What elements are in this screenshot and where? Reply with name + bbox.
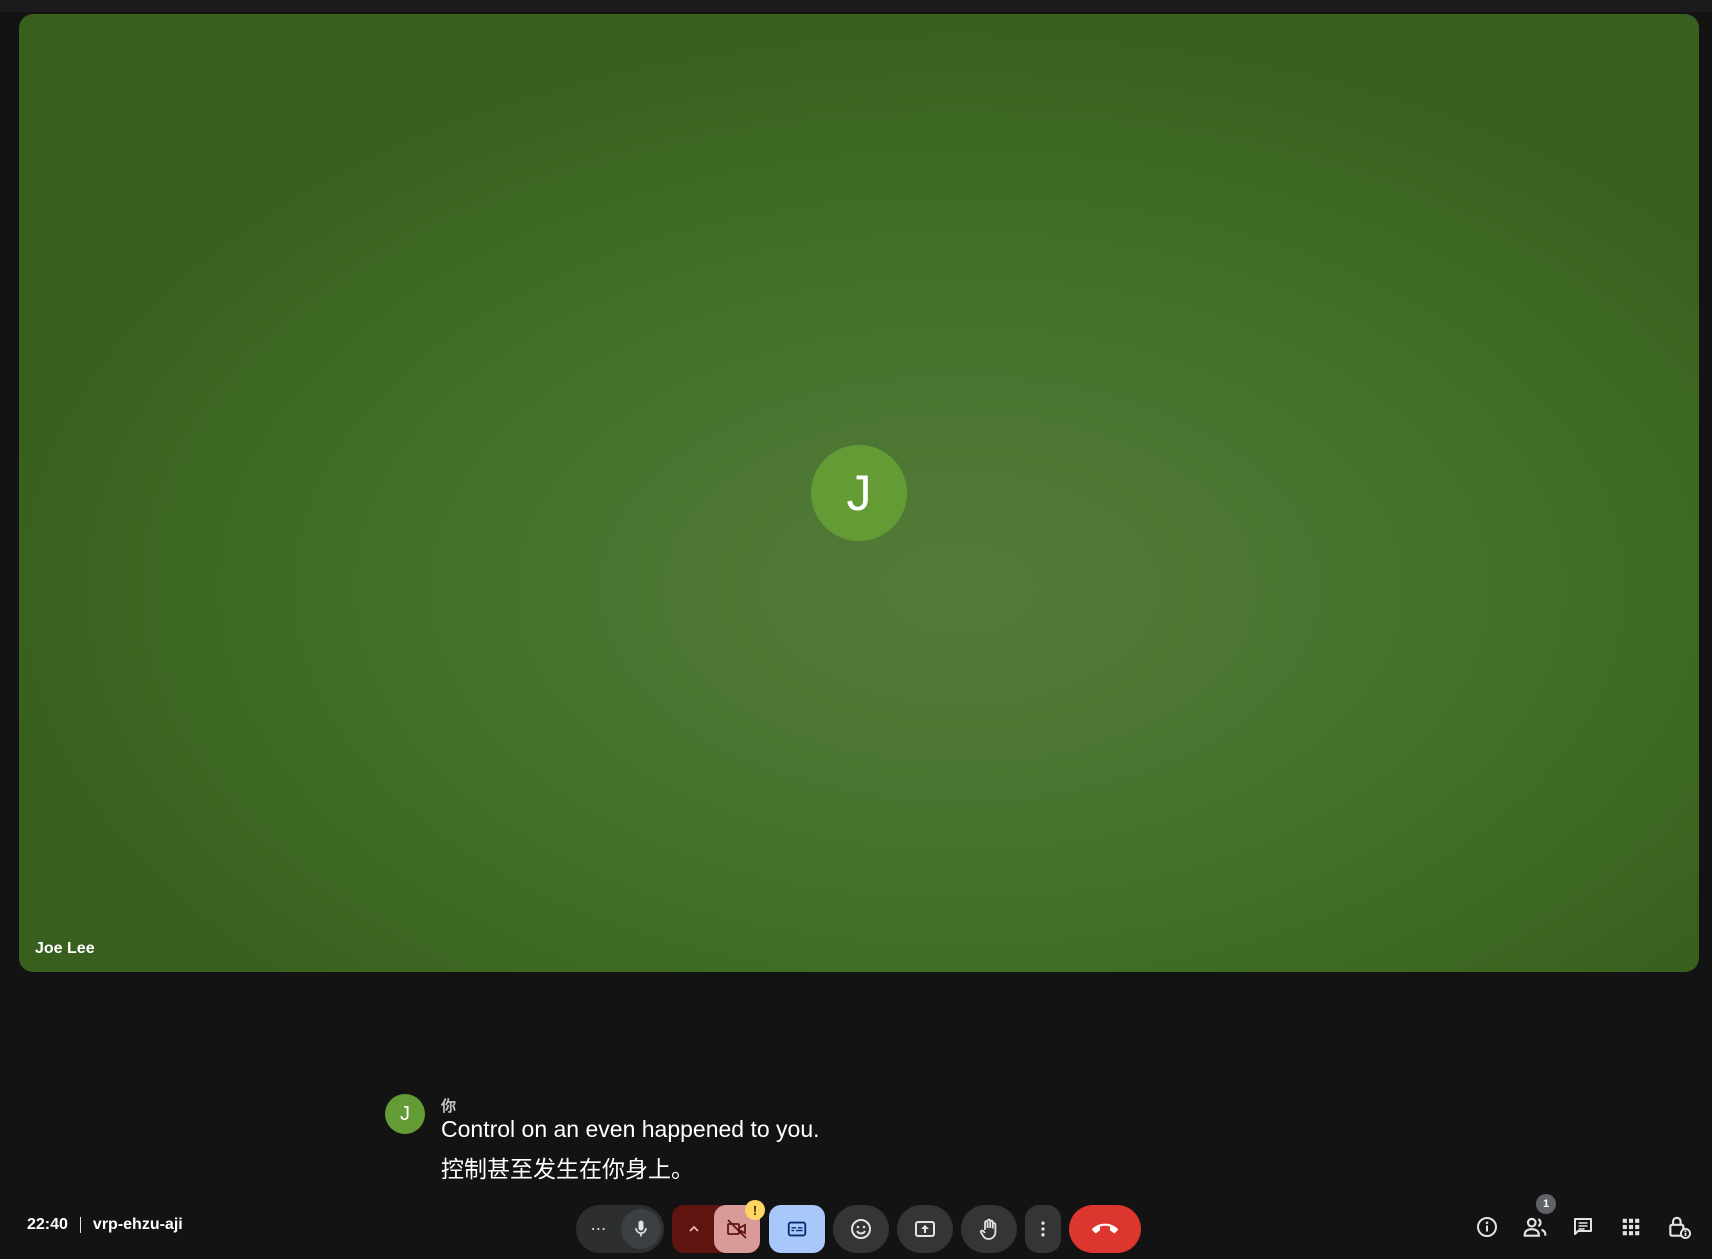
chevron-up-icon — [686, 1221, 702, 1237]
audio-options-button[interactable]: ⋯ — [576, 1205, 622, 1253]
chat-icon — [1571, 1215, 1595, 1244]
participant-avatar: J — [811, 445, 907, 541]
caption-avatar: J — [385, 1094, 425, 1134]
emoji-icon — [849, 1217, 873, 1241]
info-icon — [1475, 1215, 1499, 1244]
camera-off-icon — [725, 1217, 749, 1241]
activities-button[interactable] — [1610, 1208, 1652, 1250]
chat-button[interactable] — [1562, 1208, 1604, 1250]
people-icon — [1522, 1214, 1548, 1245]
meeting-code: vrp-ehzu-aji — [92, 1216, 183, 1233]
participant-tile: J Joe Lee — [19, 14, 1699, 972]
meeting-details: 22:40 vrp-ehzu-aji — [27, 1216, 183, 1234]
raise-hand-button[interactable] — [961, 1205, 1017, 1253]
camera-options-button[interactable] — [672, 1205, 716, 1253]
host-controls-icon — [1666, 1214, 1692, 1245]
meeting-time: 22:40 — [27, 1216, 68, 1233]
captions-button[interactable] — [769, 1205, 825, 1253]
caption-speaker: 你 — [441, 1098, 457, 1115]
meeting-info-divider — [79, 1217, 81, 1233]
leave-call-button[interactable] — [1069, 1205, 1141, 1253]
more-vert-icon — [1033, 1219, 1053, 1239]
camera-warning-badge: ! — [745, 1200, 765, 1220]
people-button[interactable] — [1514, 1208, 1556, 1250]
caption-line-original: Control on an even happened to you. — [441, 1116, 820, 1142]
present-icon — [913, 1217, 937, 1241]
end-call-icon — [1092, 1216, 1118, 1242]
reactions-button[interactable] — [833, 1205, 889, 1253]
raise-hand-icon — [977, 1217, 1001, 1241]
caption-line-translated: 控制甚至发生在你身上。 — [441, 1156, 694, 1182]
meeting-details-button[interactable] — [1466, 1208, 1508, 1250]
people-count-badge: 1 — [1536, 1194, 1556, 1214]
host-controls-button[interactable] — [1658, 1208, 1700, 1250]
microphone-button[interactable] — [618, 1205, 664, 1253]
participant-name: Joe Lee — [35, 940, 95, 957]
present-screen-button[interactable] — [897, 1205, 953, 1253]
captions-icon — [786, 1218, 808, 1240]
more-options-button[interactable] — [1025, 1205, 1061, 1253]
microphone-icon — [621, 1209, 661, 1249]
apps-icon — [1620, 1216, 1642, 1243]
window-top-edge — [0, 0, 1712, 12]
